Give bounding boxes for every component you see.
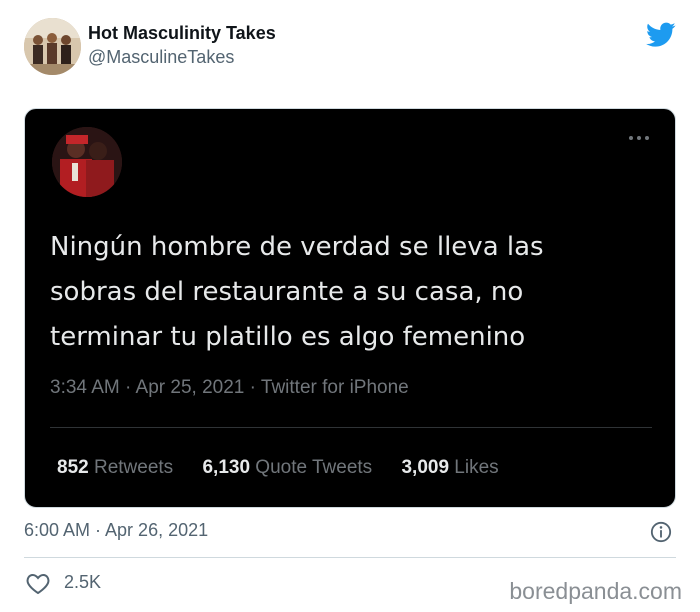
- account-handle[interactable]: @MasculineTakes: [88, 47, 234, 68]
- tweet-header: Hot Masculinity Takes @MasculineTakes: [0, 0, 700, 90]
- quote-line: terminar tu platillo es algo femenino: [50, 322, 526, 352]
- heart-icon[interactable]: [26, 573, 50, 595]
- tweet-timestamp[interactable]: 6:00 AM · Apr 26, 2021: [24, 520, 208, 541]
- quote-tweets-label: Quote Tweets: [255, 457, 373, 478]
- likes-stat: 3,009 Likes: [401, 457, 498, 479]
- screenshot-divider: [50, 427, 652, 428]
- screenshot-tweet-text: Ningún hombre de verdad se lleva las sob…: [50, 225, 650, 360]
- quote-tweets-count: 6,130: [202, 457, 251, 478]
- quote-line: sobras del restaurante a su casa, no: [50, 277, 524, 307]
- likes-count: 3,009: [401, 457, 450, 478]
- likes-label: Likes: [454, 457, 499, 478]
- more-icon[interactable]: [627, 133, 651, 143]
- tweet-divider: [24, 557, 676, 558]
- screenshot-stats: 852 Retweets 6,130 Quote Tweets 3,009 Li…: [57, 457, 523, 479]
- retweets-count: 852: [57, 457, 89, 478]
- twitter-bird-icon[interactable]: [646, 22, 676, 48]
- screenshot-meta: 3:34 AM · Apr 25, 2021 · Twitter for iPh…: [50, 377, 409, 398]
- retweets-stat: 852 Retweets: [57, 457, 173, 479]
- embedded-screenshot: Ningún hombre de verdad se lleva las sob…: [24, 108, 676, 508]
- like-count[interactable]: 2.5K: [64, 572, 101, 593]
- account-name[interactable]: Hot Masculinity Takes: [88, 23, 276, 44]
- info-icon[interactable]: [650, 521, 672, 543]
- quote-line: Ningún hombre de verdad se lleva las: [50, 232, 544, 262]
- quote-tweets-stat: 6,130 Quote Tweets: [202, 457, 372, 479]
- watermark: boredpanda.com: [509, 578, 682, 604]
- account-avatar[interactable]: [24, 18, 81, 75]
- retweets-label: Retweets: [93, 457, 174, 478]
- screenshot-avatar: [52, 127, 122, 197]
